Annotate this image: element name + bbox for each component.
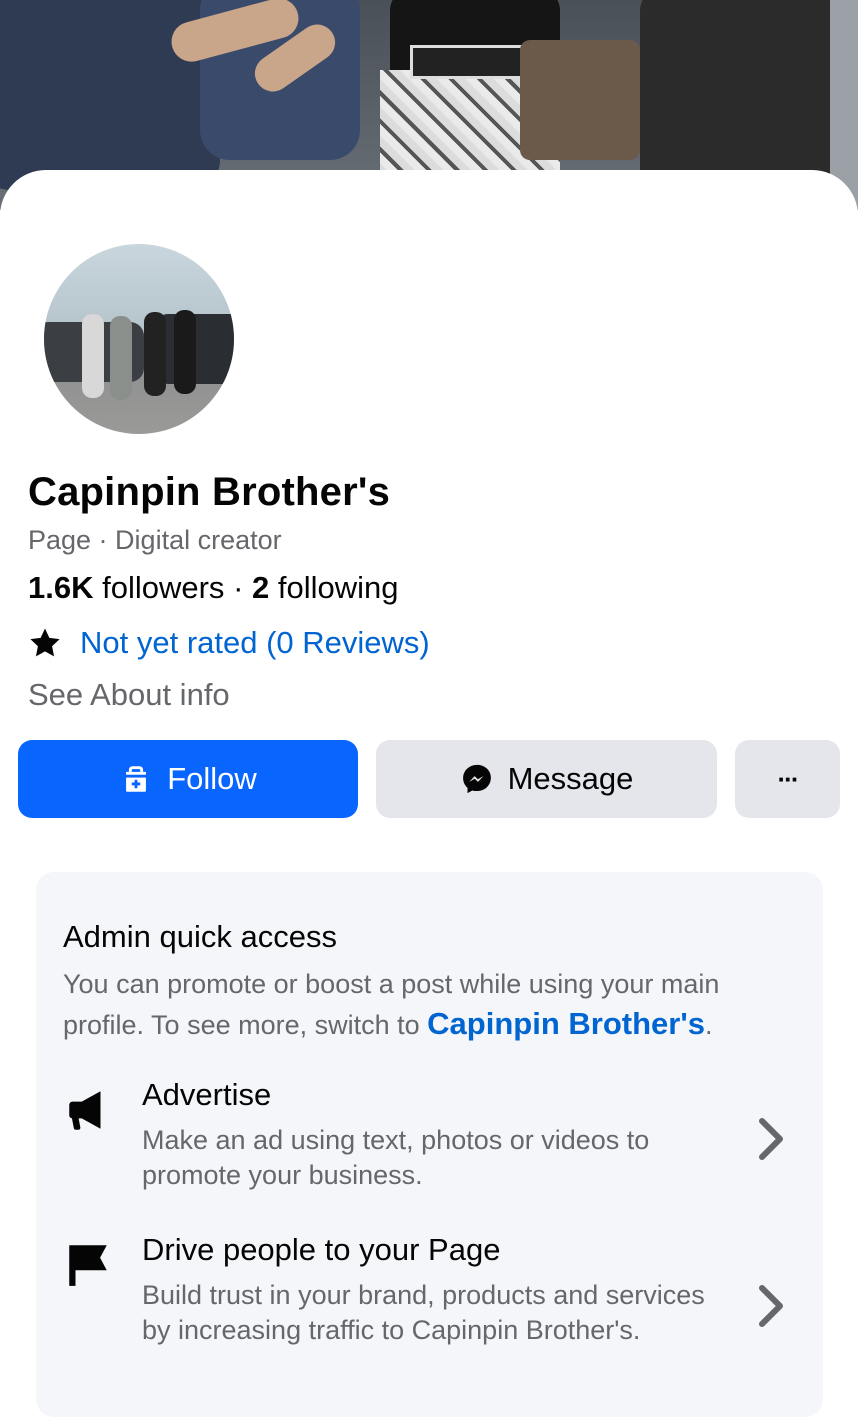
switch-profile-link[interactable]: Capinpin Brother's	[427, 1006, 705, 1041]
advertise-title: Advertise	[142, 1077, 272, 1112]
flag-icon	[69, 1245, 107, 1286]
admin-description: You can promote or boost a post while us…	[63, 969, 720, 1041]
messenger-icon	[462, 764, 491, 794]
following-label[interactable]: following	[278, 570, 399, 605]
page-category: Page · Digital creator	[28, 525, 282, 555]
rating-text[interactable]: Not yet rated (0 Reviews)	[80, 625, 430, 661]
admin-quick-access-card: Admin quick access You can promote or bo…	[36, 872, 823, 1417]
megaphone-icon	[69, 1091, 101, 1130]
page-name: Capinpin Brother's	[28, 470, 391, 514]
followers-count[interactable]: 1.6K	[28, 570, 93, 605]
advertise-description: Make an ad using text, photos or videos …	[142, 1125, 650, 1190]
more-options-icon: ···	[777, 763, 800, 794]
drive-traffic-description: Build trust in your brand, products and …	[142, 1280, 705, 1345]
star-icon	[30, 628, 60, 657]
profile-avatar[interactable]	[36, 236, 242, 442]
message-label: Message	[507, 761, 634, 796]
chevron-right-icon	[759, 1285, 783, 1327]
admin-title: Admin quick access	[63, 919, 337, 954]
drive-traffic-title: Drive people to your Page	[142, 1232, 501, 1267]
advertise-row[interactable]: Advertise Make an ad using text, photos …	[36, 1077, 823, 1197]
rating-row[interactable]: Not yet rated (0 Reviews)	[28, 625, 430, 661]
message-button[interactable]: Message	[376, 740, 717, 818]
following-count[interactable]: 2	[252, 570, 269, 605]
followers-label[interactable]: followers	[102, 570, 224, 605]
chevron-right-icon	[759, 1118, 783, 1160]
follow-stats: 1.6K followers · 2 following	[28, 570, 399, 606]
follow-label: Follow	[167, 761, 257, 796]
follow-icon	[124, 766, 148, 792]
profile-sheet: Capinpin Brother's Page · Digital creato…	[0, 170, 858, 1417]
see-about-link[interactable]: See About info	[28, 677, 230, 713]
more-options-button[interactable]: ···	[735, 740, 840, 818]
drive-traffic-row[interactable]: Drive people to your Page Build trust in…	[36, 1232, 823, 1382]
stats-separator: ·	[233, 570, 244, 605]
follow-button[interactable]: Follow	[18, 740, 358, 818]
avatar-photo	[44, 244, 234, 434]
